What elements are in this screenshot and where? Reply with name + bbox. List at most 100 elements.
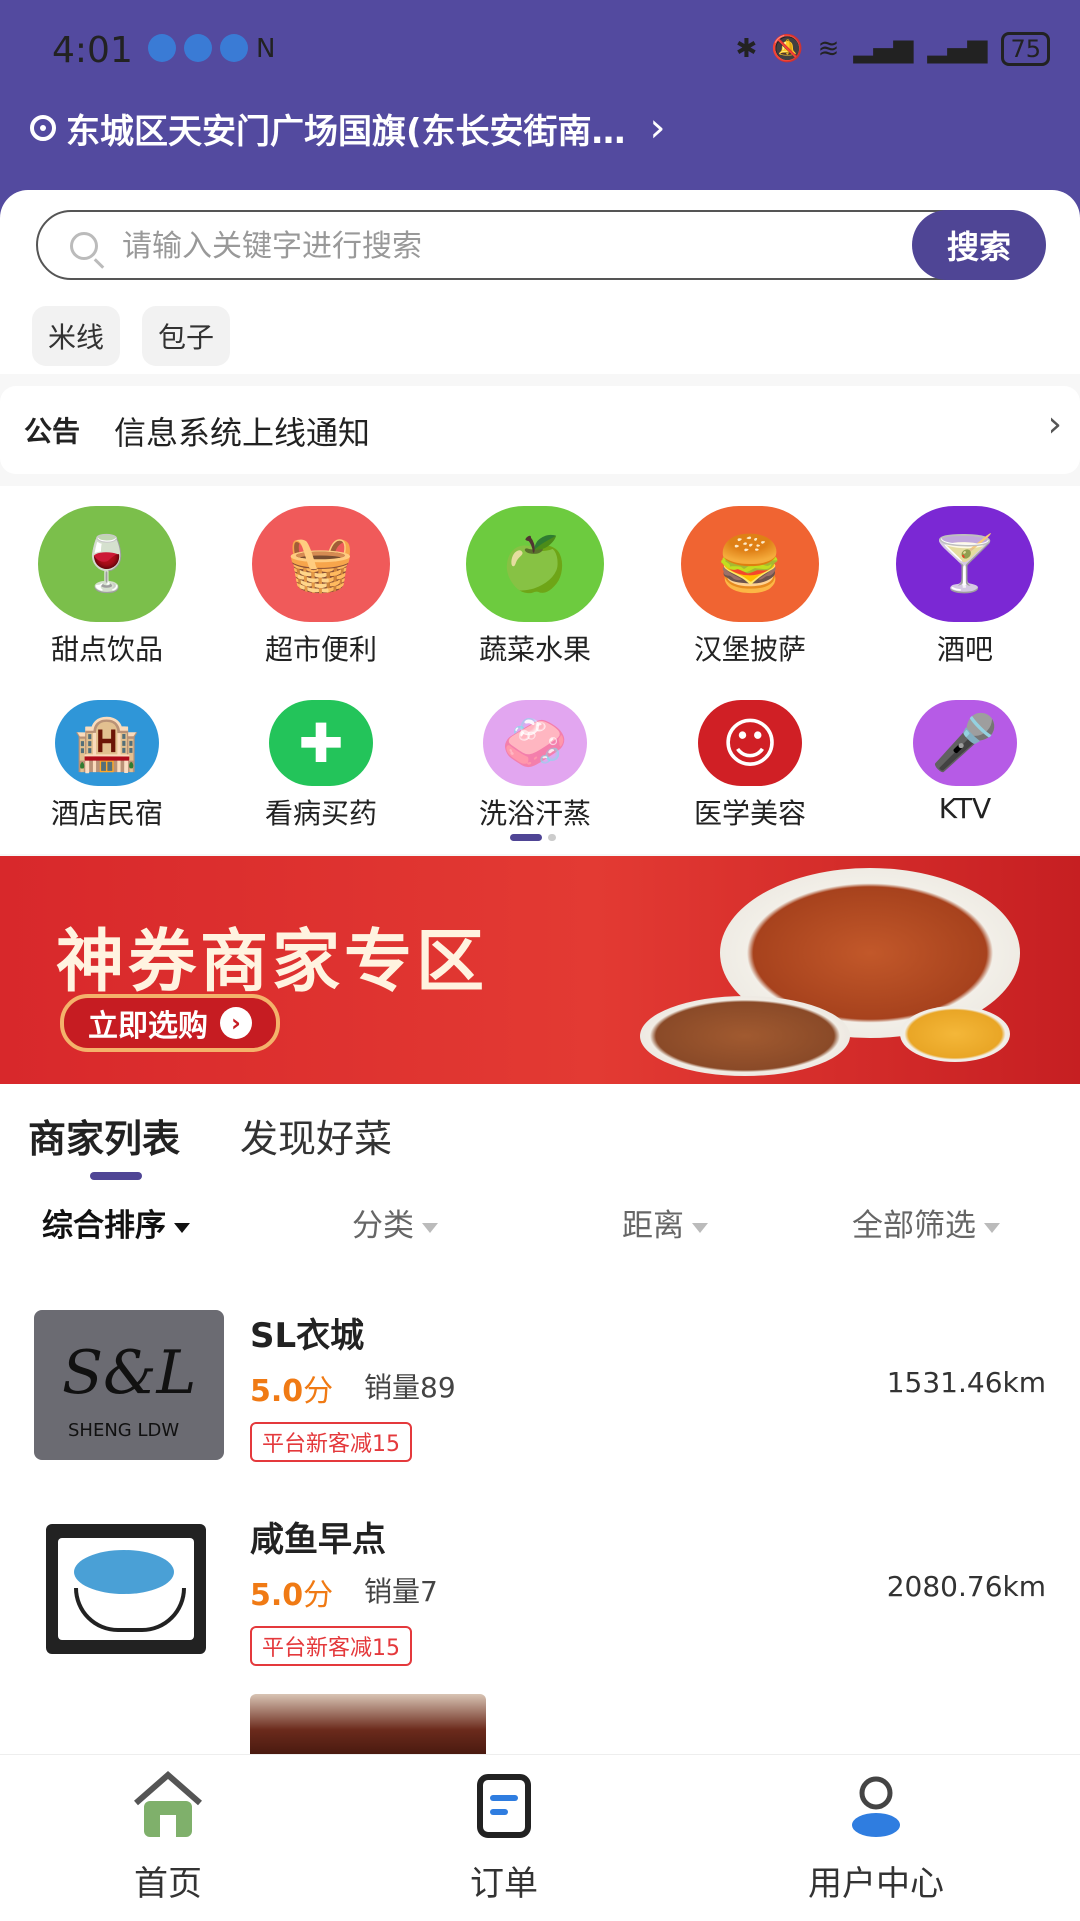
- score-unit: 分: [303, 1578, 334, 1613]
- nav-home-label: 首页: [134, 1864, 202, 1904]
- system-icons: ✱ 🔕 ≋ ▂▄▆ ▂▄▆ 75: [735, 32, 1050, 66]
- category-item[interactable]: 🍸 酒吧: [880, 506, 1050, 668]
- medicine-icon: ✚: [269, 700, 373, 786]
- alipay-icon: [184, 34, 212, 62]
- category-label: 甜点饮品: [50, 633, 163, 666]
- logo-subtext: SHENG LDW: [68, 1420, 180, 1441]
- face-icon: ☺: [698, 700, 802, 786]
- promo-badge: 平台新客减15: [250, 1626, 412, 1666]
- merchant-item[interactable]: S&L SHENG LDW SL衣城 5.0分 销量89 1531.46km 平…: [0, 1294, 1080, 1484]
- category-item[interactable]: 🧺 超市便利: [236, 506, 406, 668]
- apple-icon: 🍏: [466, 506, 604, 622]
- merchant-distance: 2080.76km: [886, 1570, 1046, 1603]
- burger-icon: 🍔: [681, 506, 819, 622]
- filter-distance-label: 距离: [622, 1208, 684, 1244]
- category-item[interactable]: 🧼 洗浴汗蒸: [450, 700, 620, 832]
- category-label: 看病买药: [264, 797, 377, 830]
- category-label: 医学美容: [693, 797, 806, 830]
- banner-title: 神券商家专区: [56, 923, 489, 1002]
- merchant-distance: 1531.46km: [886, 1366, 1046, 1399]
- filter-category[interactable]: 分类: [352, 1200, 438, 1245]
- pager-dot-active: [510, 834, 542, 841]
- merchant-name: 咸鱼早点: [250, 1520, 386, 1560]
- location-pin-icon: [30, 115, 56, 141]
- filter-all[interactable]: 全部筛选: [852, 1200, 1000, 1245]
- category-item[interactable]: 🏨 酒店民宿: [22, 700, 192, 832]
- category-item[interactable]: 🍏 蔬菜水果: [450, 506, 620, 668]
- hot-tag[interactable]: 米线: [32, 306, 121, 366]
- usb-icon: [148, 34, 176, 62]
- dropdown-arrow-icon: [984, 1222, 1000, 1233]
- food-plate-image: [640, 996, 850, 1076]
- category-item[interactable]: ☺ 医学美容: [665, 700, 835, 832]
- nav-user-center[interactable]: 用户中心: [746, 1755, 1006, 1905]
- category-item[interactable]: 🍷 甜点饮品: [22, 506, 192, 668]
- home-icon: [134, 1771, 202, 1837]
- hot-tags: 米线 包子: [32, 306, 231, 366]
- merchant-item[interactable]: 咸鱼早点 5.0分 销量7 2080.76km 平台新客减15: [0, 1498, 1080, 1688]
- search-icon: [70, 232, 98, 260]
- nav-user-label: 用户中心: [808, 1864, 944, 1904]
- notice-label: 公告: [24, 415, 81, 448]
- mute-icon: 🔕: [771, 34, 804, 64]
- merchant-section: 商家列表 发现好菜 综合排序 分类 距离 全部筛选 S&L SHENG LDW …: [0, 1084, 1080, 1754]
- location-selector[interactable]: 东城区天安门广场国旗(东长安街南… ›: [30, 100, 1030, 156]
- merchant-sales: 销量89: [364, 1371, 456, 1404]
- chevron-right-icon: ›: [649, 105, 666, 151]
- notice-bar[interactable]: 公告 信息系统上线通知 ›: [0, 386, 1080, 474]
- category-pager: [510, 834, 556, 841]
- bottom-nav: 首页 订单 用户中心: [0, 1754, 1080, 1921]
- logo-text: S&L: [62, 1338, 197, 1408]
- filter-bar: 综合排序 分类 距离 全部筛选: [0, 1194, 1080, 1254]
- category-label: 蔬菜水果: [478, 633, 591, 666]
- merchant-score: 5.0分: [250, 1570, 333, 1614]
- nfc-icon: N: [256, 34, 276, 64]
- order-icon: [477, 1774, 531, 1838]
- notice-text: 信息系统上线通知: [114, 414, 371, 452]
- category-label: 超市便利: [264, 633, 377, 666]
- dropdown-arrow-icon: [422, 1222, 438, 1233]
- category-label: 酒店民宿: [50, 797, 163, 830]
- merchant-sales: 销量7: [364, 1575, 438, 1608]
- tab-merchant-list[interactable]: 商家列表: [28, 1108, 180, 1180]
- category-item[interactable]: 🍔 汉堡披萨: [665, 506, 835, 668]
- nav-orders[interactable]: 订单: [374, 1755, 634, 1905]
- search-bar[interactable]: [36, 210, 1044, 280]
- notification-icons: N: [148, 34, 275, 64]
- merchant-name: SL衣城: [250, 1316, 365, 1356]
- filter-all-label: 全部筛选: [852, 1208, 976, 1244]
- list-tabs: 商家列表 发现好菜: [28, 1108, 392, 1180]
- bluetooth-icon: ✱: [735, 34, 758, 64]
- tab-discover-dishes[interactable]: 发现好菜: [240, 1108, 392, 1163]
- cocktail-icon: 🍸: [896, 506, 1034, 622]
- nav-home[interactable]: 首页: [38, 1755, 298, 1905]
- banner-cta-button[interactable]: 立即选购 ›: [60, 994, 280, 1052]
- drink-icon: 🍷: [38, 506, 176, 622]
- pager-dot: [548, 834, 556, 841]
- user-icon: [852, 1776, 900, 1837]
- merchant-logo: S&L SHENG LDW: [34, 1310, 224, 1460]
- status-time: 4:01: [52, 30, 133, 71]
- bath-icon: 🧼: [483, 700, 587, 786]
- promo-banner[interactable]: 神券商家专区 立即选购 ›: [0, 856, 1080, 1084]
- arrow-right-icon: ›: [220, 1007, 252, 1039]
- soup-bowl-image: [900, 1006, 1010, 1062]
- merchant-logo: [34, 1514, 224, 1664]
- dropdown-arrow-icon: [174, 1222, 190, 1233]
- filter-sort[interactable]: 综合排序: [42, 1200, 190, 1245]
- status-bar: 4:01 N ✱ 🔕 ≋ ▂▄▆ ▂▄▆ 75: [0, 28, 1080, 76]
- merchant-thumb-partial[interactable]: [250, 1694, 486, 1754]
- category-item[interactable]: 🎤 KTV: [880, 700, 1050, 825]
- microphone-icon: 🎤: [913, 700, 1017, 786]
- category-item[interactable]: ✚ 看病买药: [236, 700, 406, 832]
- signal-icon: ▂▄▆: [853, 34, 914, 64]
- battery-icon: 75: [1001, 32, 1050, 66]
- merchant-score: 5.0分: [250, 1366, 333, 1410]
- search-button[interactable]: 搜索: [912, 210, 1046, 280]
- search-input[interactable]: [120, 222, 924, 270]
- filter-distance[interactable]: 距离: [622, 1200, 708, 1245]
- basket-icon: 🧺: [252, 506, 390, 622]
- filter-category-label: 分类: [352, 1208, 414, 1244]
- category-grid: 🍷 甜点饮品 🧺 超市便利 🍏 蔬菜水果 🍔 汉堡披萨 🍸 酒吧 🏨 酒店民宿 …: [0, 486, 1080, 854]
- hot-tag[interactable]: 包子: [142, 306, 231, 366]
